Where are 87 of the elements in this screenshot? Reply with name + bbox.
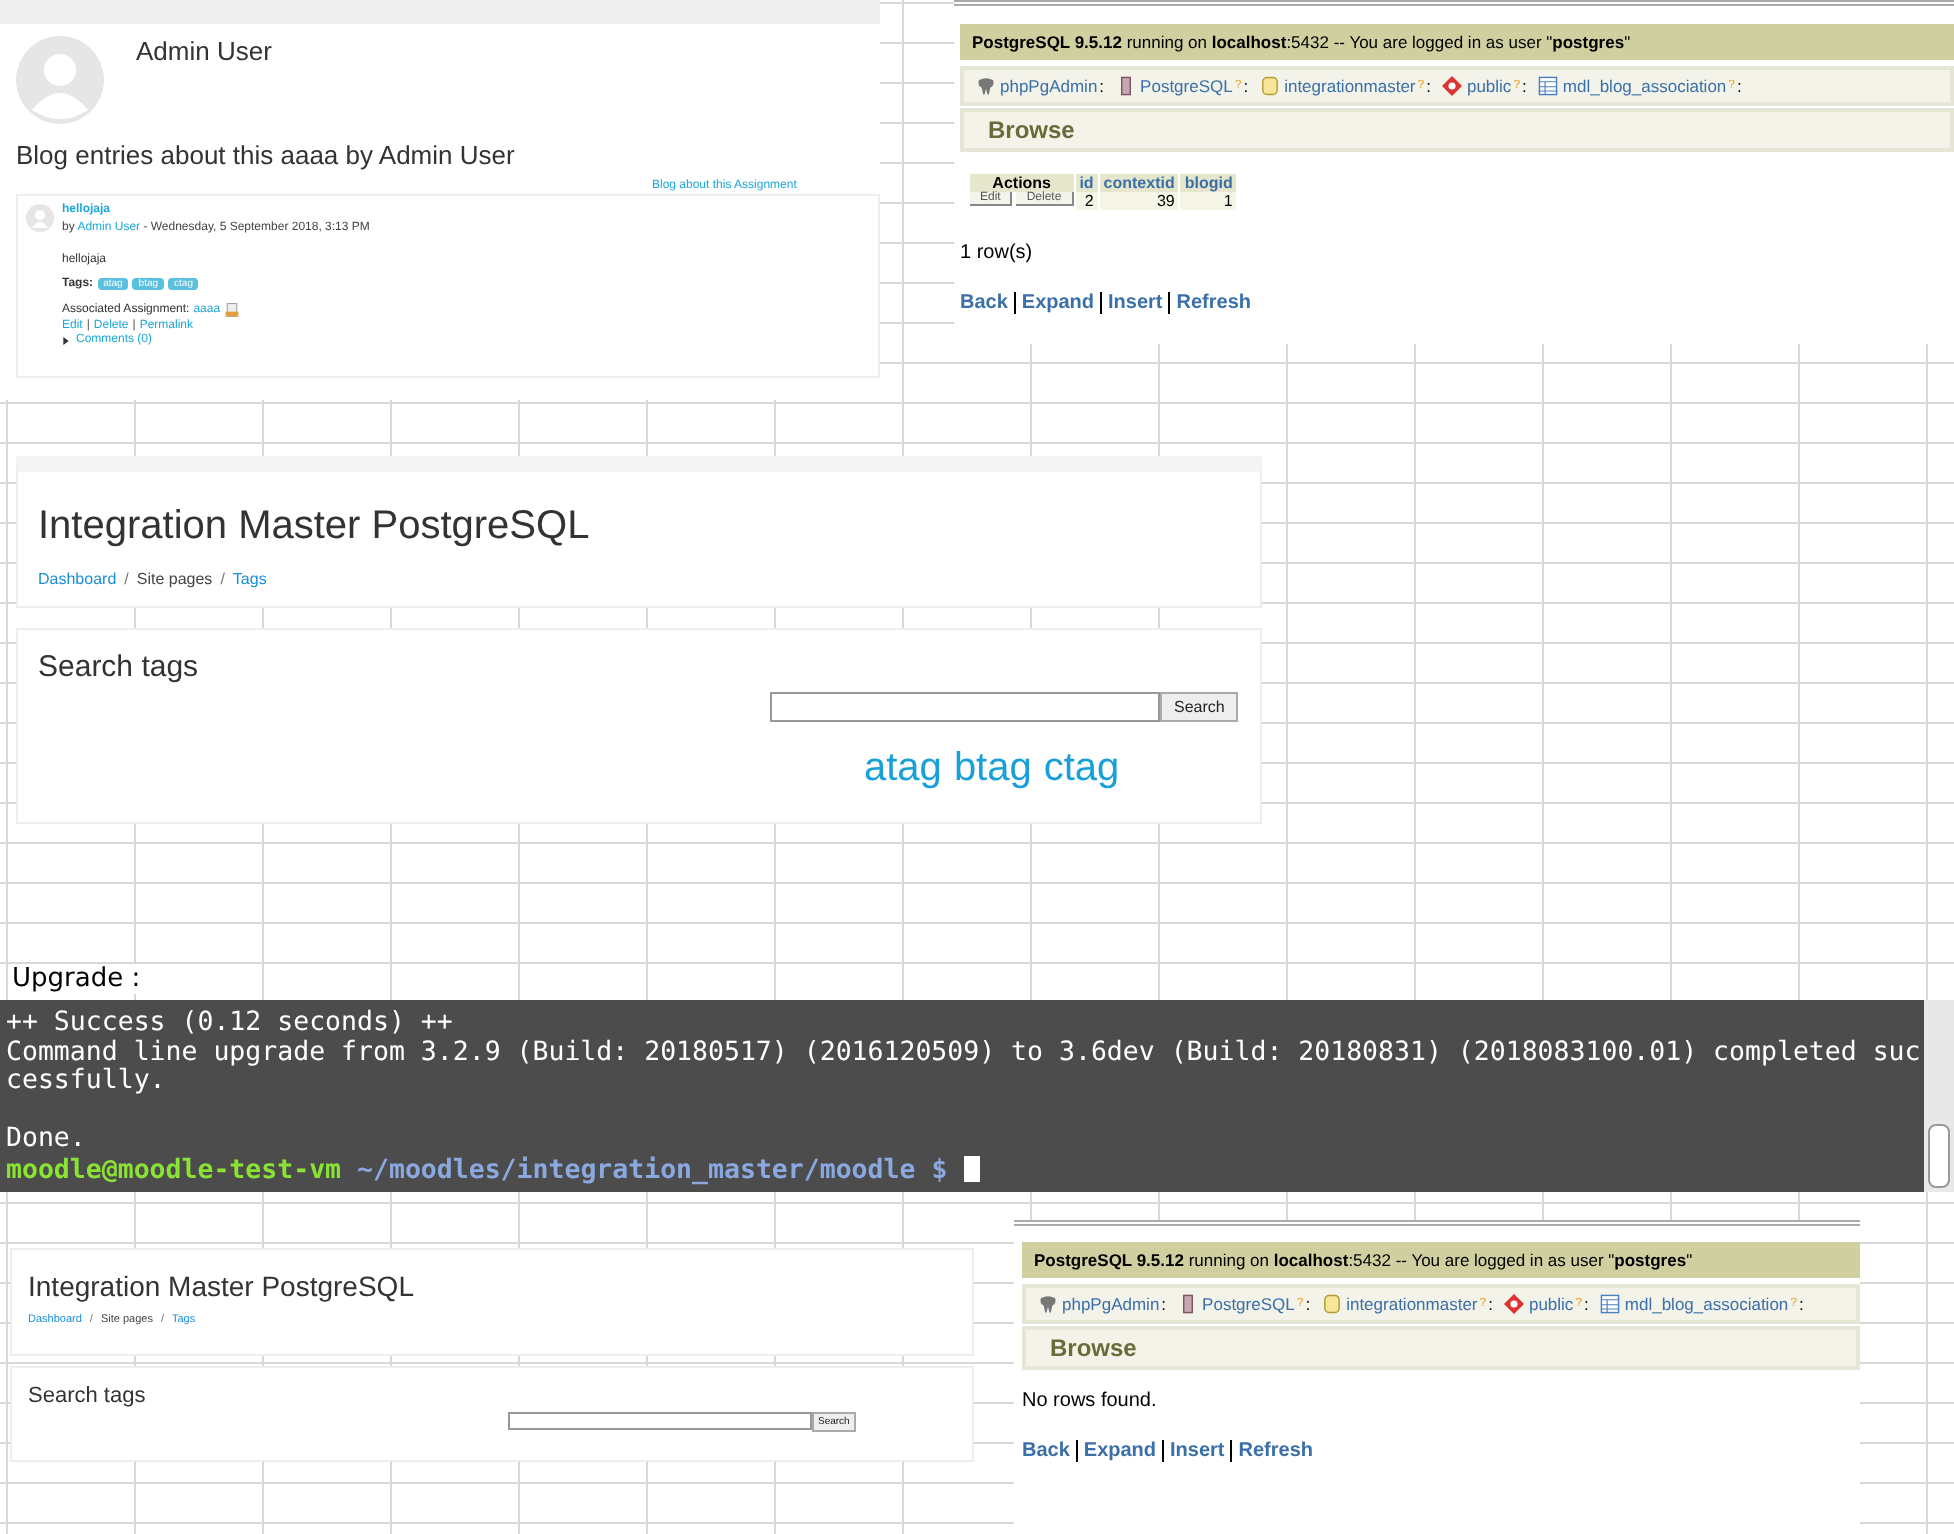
diamond-icon xyxy=(1504,1294,1525,1314)
tag-link[interactable]: btag xyxy=(953,746,1032,792)
column-header: id xyxy=(1075,174,1098,192)
help-link[interactable]: ? xyxy=(1479,1298,1487,1310)
page-heading: Blog entries about this aaaa by Admin User xyxy=(16,140,517,170)
diamond-icon xyxy=(1442,76,1463,96)
table-cell: 39 xyxy=(1099,192,1179,210)
separator: : xyxy=(1426,76,1431,96)
avatar-icon xyxy=(26,204,54,232)
nav-link[interactable]: Expand xyxy=(1021,292,1095,314)
search-button[interactable]: Search xyxy=(1160,692,1239,722)
nav-link[interactable]: Expand xyxy=(1083,1440,1157,1462)
nav-link[interactable]: Back xyxy=(960,292,1008,314)
avatar-icon xyxy=(16,36,104,124)
terminal-line: Command line upgrade from 3.2.9 (Build: 20180517) (2016120509) to 3.6dev (Build: 20180831) (2018083100.01) completed successfully. xyxy=(6,1039,1923,1098)
separator: : xyxy=(1099,76,1105,96)
server-icon xyxy=(1116,76,1137,96)
help-link[interactable]: ? xyxy=(1234,80,1242,92)
breadcrumb-link[interactable]: Dashboard xyxy=(38,570,117,588)
nav-link[interactable]: Refresh xyxy=(1238,1440,1314,1462)
column-header: contextid xyxy=(1099,174,1179,192)
separator: : xyxy=(1161,1294,1167,1314)
page-title: Integration Master PostgreSQL xyxy=(28,1270,416,1302)
separator: : xyxy=(1522,76,1527,96)
section-title: Browse xyxy=(988,116,1075,144)
breadcrumb-link[interactable]: integrationmaster xyxy=(1284,76,1416,96)
prompt-user: moodle@moodle-test-vm xyxy=(6,1155,342,1186)
server-info: PostgreSQL 9.5.12 running on localhost:5432 -- You are logged in as user "postgres" xyxy=(972,32,1631,52)
breadcrumb-link[interactable]: public xyxy=(1528,1294,1574,1314)
breadcrumb-link[interactable]: phpPgAdmin xyxy=(1000,76,1098,96)
page-title: Integration Master PostgreSQL xyxy=(38,504,592,550)
search-field[interactable] xyxy=(770,692,1160,722)
separator: : xyxy=(1243,76,1249,96)
expand-triangle-icon xyxy=(62,335,70,345)
database-icon xyxy=(1322,1294,1343,1314)
separator: : xyxy=(1305,1294,1311,1314)
server-icon xyxy=(1178,1294,1199,1314)
help-link[interactable]: ? xyxy=(1417,80,1425,92)
nav-link[interactable]: Insert xyxy=(1170,1440,1225,1462)
separator: / xyxy=(220,570,225,588)
breadcrumb-text: Site pages xyxy=(136,570,213,588)
breadcrumb-link[interactable]: integrationmaster xyxy=(1346,1294,1478,1314)
separator: : xyxy=(1737,76,1742,96)
elephant-icon xyxy=(1038,1294,1058,1314)
cursor xyxy=(963,1155,980,1182)
assignment-icon xyxy=(224,302,241,318)
breadcrumb-link[interactable]: PostgreSQL xyxy=(1140,76,1233,96)
table-icon xyxy=(1538,76,1559,96)
result-text: 1 row(s) xyxy=(960,242,1035,264)
search-field[interactable] xyxy=(508,1412,812,1430)
table-icon xyxy=(1600,1294,1621,1314)
author-name: Admin User xyxy=(136,36,272,66)
breadcrumb-link[interactable]: mdl_blog_association xyxy=(1624,1294,1789,1314)
database-icon xyxy=(1260,76,1281,96)
tag-link[interactable]: atag xyxy=(864,746,942,792)
breadcrumb-link[interactable]: Tags xyxy=(232,570,267,588)
help-link[interactable]: ? xyxy=(1790,1298,1797,1310)
section-heading: Search tags xyxy=(28,1384,148,1408)
separator: : xyxy=(1799,1294,1804,1314)
table-cell: 1 xyxy=(1180,192,1237,210)
terminal-line: ++ Success (0.12 seconds) ++ xyxy=(6,1010,455,1039)
prompt-path: ~/moodles/integration_master/moodle $ xyxy=(357,1155,948,1186)
elephant-icon xyxy=(976,76,996,96)
nav-link[interactable]: Refresh xyxy=(1176,292,1252,314)
column-header: blogid xyxy=(1180,174,1237,192)
result-text: No rows found. xyxy=(1022,1390,1159,1412)
section-title: Browse xyxy=(1050,1334,1137,1362)
section-heading: Search tags xyxy=(38,650,201,684)
help-link[interactable]: ? xyxy=(1513,80,1521,92)
server-info: PostgreSQL 9.5.12 running on localhost:5432 -- You are logged in as user "postgres" xyxy=(1034,1250,1693,1270)
help-link[interactable]: ? xyxy=(1296,1298,1304,1310)
tag-link[interactable]: ctag xyxy=(1043,746,1120,792)
column-header: Actions xyxy=(970,174,1074,192)
nav-link[interactable]: Back xyxy=(1022,1440,1070,1462)
separator: / xyxy=(124,570,129,588)
nav-link[interactable]: Insert xyxy=(1108,292,1163,314)
breadcrumb-link[interactable]: PostgreSQL xyxy=(1202,1294,1295,1314)
separator: : xyxy=(1488,1294,1493,1314)
separator: : xyxy=(1584,1294,1589,1314)
scroll-thumb[interactable] xyxy=(1928,1124,1950,1188)
table-cell: 2 xyxy=(1075,192,1098,210)
breadcrumb-link[interactable]: phpPgAdmin xyxy=(1062,1294,1160,1314)
terminal-line: Done. xyxy=(6,1126,88,1156)
help-link[interactable]: ? xyxy=(1728,80,1735,92)
breadcrumb-link[interactable]: public xyxy=(1466,76,1512,96)
help-link[interactable]: ? xyxy=(1575,1298,1583,1310)
breadcrumb-link[interactable]: mdl_blog_association xyxy=(1562,76,1727,96)
